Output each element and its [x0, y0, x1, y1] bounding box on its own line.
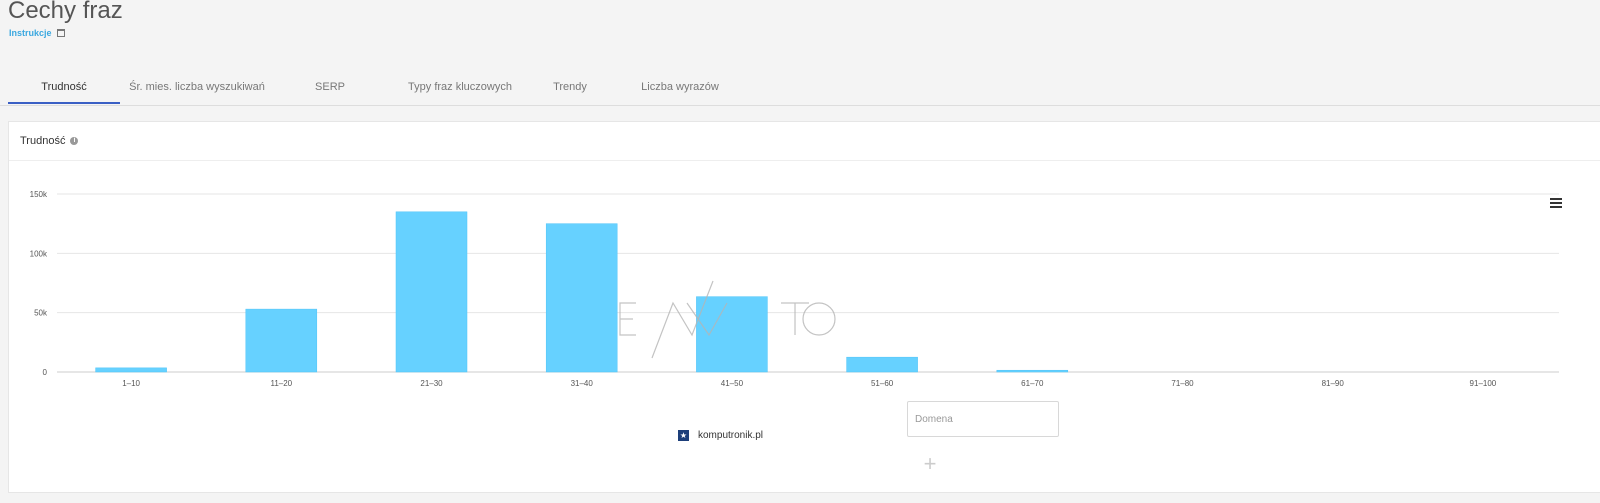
chart-menu-icon[interactable] [1550, 198, 1562, 210]
bar [996, 369, 1069, 373]
tab-bar: Trudność Śr. mies. liczba wyszukiwań SER… [0, 70, 1600, 106]
x-tick-label: 1–10 [122, 379, 140, 388]
window-icon [56, 28, 65, 37]
y-tick-label: 150k [30, 190, 48, 199]
legend-item[interactable]: ★ komputronik.pl [678, 430, 763, 441]
x-tick-label: 41–50 [721, 379, 744, 388]
bar [545, 223, 618, 373]
y-tick-label: 100k [30, 249, 48, 258]
x-tick-label: 21–30 [420, 379, 443, 388]
bar [395, 211, 468, 373]
instructions-link[interactable]: Instrukcje [9, 28, 65, 38]
x-tick-label: 61–70 [1021, 379, 1044, 388]
x-tick-label: 81–90 [1322, 379, 1345, 388]
tab-trudnosc[interactable]: Trudność [8, 70, 120, 104]
bar [696, 296, 768, 373]
x-tick-label: 91–100 [1470, 379, 1497, 388]
tab-word-count[interactable]: Liczba wyrazów [630, 70, 730, 104]
difficulty-card: Trudność i 0 50k 100k 150k 1–10 11–20 21–30 31–… [8, 121, 1600, 493]
add-domain-button[interactable]: + [921, 453, 939, 475]
tab-keyword-types[interactable]: Typy fraz kluczowych [390, 70, 530, 104]
y-tick-label: 0 [43, 368, 48, 377]
page-title: Cechy fraz [8, 0, 123, 24]
domain-input[interactable] [907, 401, 1059, 437]
x-tick-label: 51–60 [871, 379, 894, 388]
x-tick-label: 71–80 [1171, 379, 1194, 388]
difficulty-chart: 0 50k 100k 150k 1–10 11–20 21–30 31–40 41–50 51–6… [30, 190, 1559, 388]
bar [846, 356, 918, 373]
x-tick-label: 31–40 [571, 379, 594, 388]
star-logo-icon: ★ [678, 430, 689, 441]
tab-trends[interactable]: Trendy [535, 70, 605, 104]
instructions-label: Instrukcje [9, 28, 52, 38]
bar [95, 367, 167, 373]
tab-serp[interactable]: SERP [290, 70, 370, 104]
x-tick-label: 11–20 [270, 379, 292, 388]
tab-avg-monthly-searches[interactable]: Śr. mies. liczba wyszukiwań [120, 70, 274, 104]
bar [245, 308, 318, 373]
y-tick-label: 50k [34, 309, 48, 318]
legend-label: komputronik.pl [698, 430, 764, 441]
